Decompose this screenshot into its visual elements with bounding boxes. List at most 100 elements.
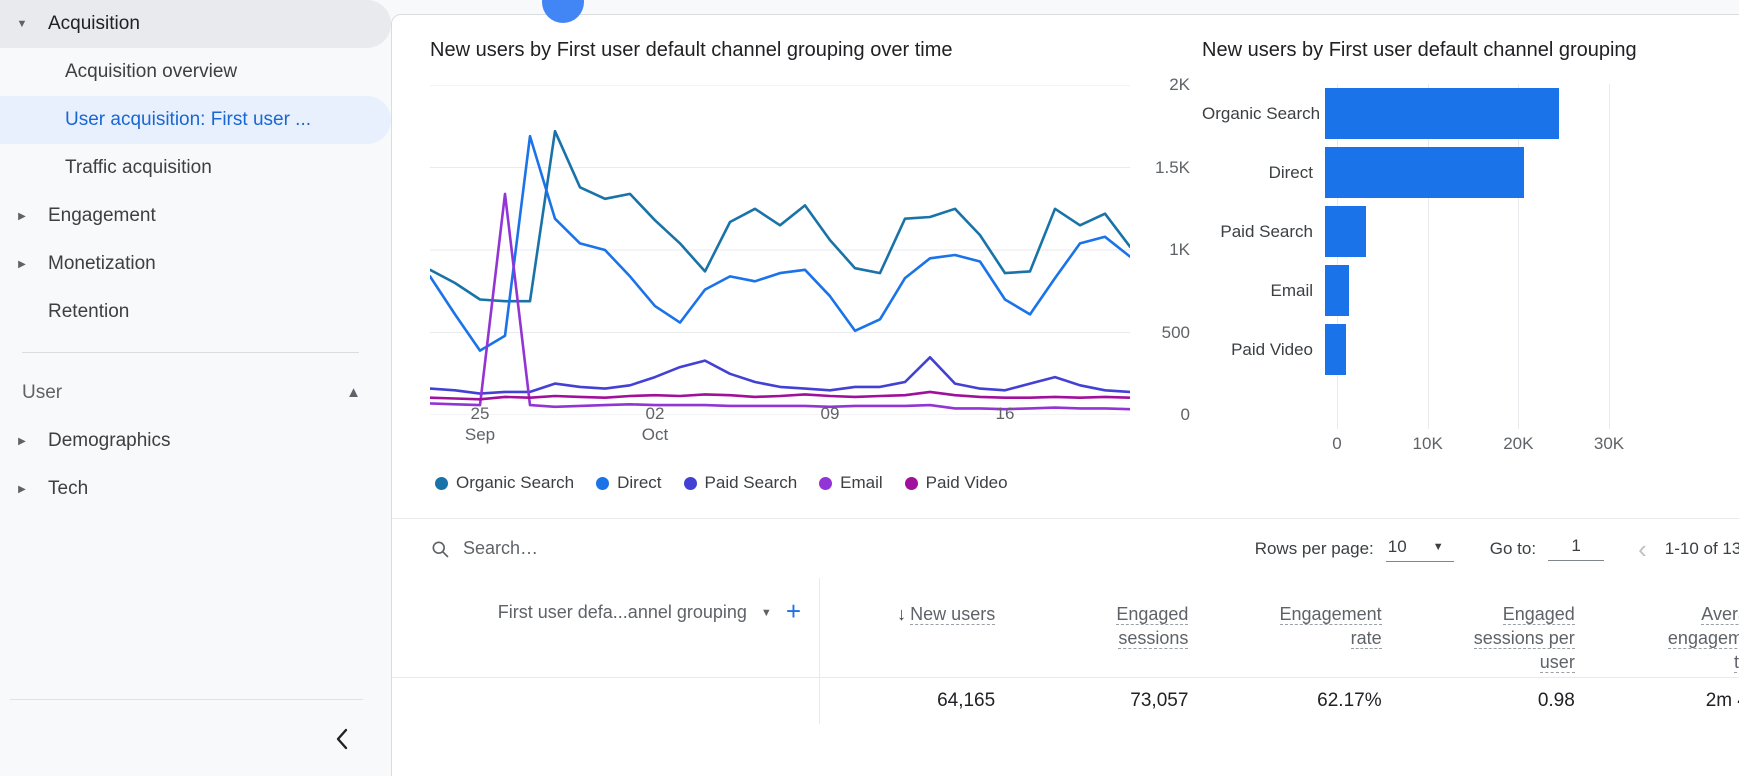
sidebar-item-acquisition-overview[interactable]: Acquisition overview bbox=[0, 48, 391, 96]
table-cell-metric: 0.98 bbox=[1537, 690, 1575, 711]
chevron-right-icon bbox=[8, 436, 36, 447]
previous-page-button[interactable]: ‹ bbox=[1628, 536, 1657, 562]
metric-header-line: rate bbox=[1350, 628, 1382, 649]
bar-category-label: Direct bbox=[1268, 162, 1313, 182]
metric-header-line: Average bbox=[1701, 604, 1739, 625]
table-header-metric[interactable]: Engaged sessions bbox=[1013, 578, 1206, 677]
table-header-metric[interactable]: Engagement rate bbox=[1206, 578, 1399, 677]
legend-color-dot bbox=[683, 476, 697, 490]
table-header-metric[interactable]: Average engagement time bbox=[1593, 578, 1739, 677]
left-sidebar: Acquisition Acquisition overview User ac… bbox=[0, 0, 391, 776]
report-card: New users by First user default channel … bbox=[391, 14, 1739, 776]
legend-item[interactable]: Paid Search bbox=[683, 473, 797, 493]
rows-per-page-value: 10 bbox=[1387, 537, 1407, 556]
analytics-page: Acquisition Acquisition overview User ac… bbox=[0, 0, 1739, 776]
table-header-metric[interactable]: Engaged sessions per user bbox=[1400, 578, 1593, 677]
goto-value: 1 bbox=[1571, 536, 1581, 555]
x-axis-tick-label: 25 Sep bbox=[464, 404, 496, 444]
x-axis-tick-label: 16 bbox=[995, 404, 1015, 423]
x-axis-tick-label: 20K bbox=[1503, 434, 1534, 453]
chevron-right-icon bbox=[8, 484, 36, 495]
arrow-down-icon: ↓ bbox=[897, 604, 907, 624]
bar-category-label: Email bbox=[1270, 280, 1313, 300]
goto-label: Go to: bbox=[1489, 538, 1537, 558]
legend-item[interactable]: Email bbox=[819, 473, 883, 493]
legend-item[interactable]: Paid Video bbox=[904, 473, 1008, 493]
sidebar-footer-divider bbox=[10, 699, 363, 700]
sidebar-item-label: Acquisition overview bbox=[65, 61, 238, 82]
main-content: New users by First user default channel … bbox=[391, 0, 1739, 776]
bar-chart-panel: New users by First user default channel … bbox=[1192, 39, 1739, 493]
sidebar-item-traffic-acquisition[interactable]: Traffic acquisition bbox=[0, 144, 391, 192]
bar-chart-row[interactable]: Paid Video bbox=[1202, 320, 1732, 379]
sidebar-item-tech[interactable]: Tech bbox=[0, 465, 391, 513]
chevron-left-icon bbox=[336, 728, 348, 750]
line-chart-title: New users by First user default channel … bbox=[430, 39, 953, 61]
plus-icon[interactable]: + bbox=[786, 598, 801, 624]
table-cell-metric: 62.17% bbox=[1317, 690, 1382, 711]
metric-header-line: Engaged bbox=[1116, 604, 1189, 625]
sidebar-item-label: Acquisition bbox=[48, 13, 140, 34]
metric-header-line: Engagement bbox=[1279, 604, 1382, 625]
sidebar-group-label: User bbox=[22, 382, 63, 403]
bar-fill bbox=[1325, 88, 1559, 139]
bar-chart[interactable]: Organic Search Direct Paid Search Email Paid… bbox=[1202, 84, 1732, 459]
bar-category-label: Paid Video bbox=[1231, 339, 1313, 359]
line-chart-y-axis: 0 500 1K 1.5K 2K bbox=[1130, 75, 1190, 424]
table-cell-metric: 64,165 bbox=[937, 690, 996, 711]
search-input[interactable]: Search… bbox=[392, 538, 538, 559]
bar-fill bbox=[1325, 265, 1349, 316]
sidebar-item-demographics[interactable]: Demographics bbox=[0, 417, 391, 465]
sidebar-group-user[interactable]: User ▲ bbox=[0, 369, 391, 417]
sidebar-item-retention[interactable]: Retention bbox=[0, 288, 391, 336]
legend-item[interactable]: Organic Search bbox=[435, 473, 574, 493]
bar-category-label: Paid Search bbox=[1220, 221, 1313, 241]
sidebar-item-label: Monetization bbox=[48, 253, 156, 274]
line-chart-x-axis: 25 Sep 02 Oct 09 16 bbox=[430, 403, 1130, 453]
chevron-down-icon[interactable]: ▼ bbox=[761, 607, 772, 619]
sidebar-item-acquisition[interactable]: Acquisition bbox=[0, 0, 391, 48]
legend-label: Email bbox=[840, 473, 883, 492]
goto-page-input[interactable]: 1 bbox=[1548, 536, 1605, 561]
metric-header-line: sessions bbox=[1118, 628, 1189, 649]
bar-chart-row[interactable]: Direct bbox=[1202, 143, 1732, 202]
dimension-label: First user defa...annel grouping bbox=[497, 602, 747, 622]
sidebar-item-label: Traffic acquisition bbox=[65, 157, 212, 178]
chevron-down-icon bbox=[8, 18, 36, 30]
legend-label: Organic Search bbox=[456, 473, 575, 492]
bar-chart-row[interactable]: Organic Search bbox=[1202, 84, 1732, 143]
rows-per-page-select[interactable]: 10 ▼ bbox=[1385, 535, 1454, 562]
table-toolbar: Search… Rows per page: 10 ▼ Go to: 1 ‹ 1… bbox=[392, 518, 1739, 578]
chevron-up-icon: ▲ bbox=[346, 383, 361, 401]
x-axis-tick-label: 0 bbox=[1332, 434, 1342, 453]
line-chart-legend: Organic Search Direct Paid Search Email Paid… bbox=[430, 473, 1192, 493]
bar-track bbox=[1325, 320, 1732, 379]
sidebar-item-engagement[interactable]: Engagement bbox=[0, 192, 391, 240]
chevron-down-icon: ▼ bbox=[1432, 541, 1444, 553]
legend-color-dot bbox=[596, 476, 610, 490]
metric-header-line: engagement bbox=[1667, 628, 1739, 649]
sidebar-collapse-button[interactable] bbox=[325, 722, 359, 756]
pagination-controls: Rows per page: 10 ▼ Go to: 1 ‹ 1-10 of 1… bbox=[1255, 535, 1739, 562]
bar-fill bbox=[1325, 324, 1346, 375]
table-header-dimension[interactable]: First user defa...annel grouping ▼ + bbox=[392, 578, 820, 677]
line-chart-panel: New users by First user default channel … bbox=[392, 39, 1192, 493]
legend-item[interactable]: Direct bbox=[596, 473, 662, 493]
y-axis-tick-label: 1.5K bbox=[1155, 157, 1190, 177]
line-chart[interactable]: 0 500 1K 1.5K 2K 25 Sep 02 Oct 09 16 bbox=[430, 75, 1190, 444]
sidebar-item-label: Tech bbox=[48, 478, 89, 499]
bar-chart-row[interactable]: Email bbox=[1202, 261, 1732, 320]
sidebar-item-label: Demographics bbox=[48, 430, 171, 451]
pagination-range: 1-10 of 13 bbox=[1664, 538, 1739, 558]
y-axis-tick-label: 1K bbox=[1169, 240, 1190, 259]
y-axis-tick-label: 0 bbox=[1180, 405, 1190, 424]
bar-fill bbox=[1325, 147, 1525, 198]
chevron-right-icon bbox=[8, 259, 36, 270]
bar-chart-title: New users by First user default channel … bbox=[1202, 39, 1637, 61]
sidebar-item-monetization[interactable]: Monetization bbox=[0, 240, 391, 288]
sidebar-item-user-acquisition[interactable]: User acquisition: First user ... bbox=[0, 96, 391, 144]
x-axis-tick-label: 02 Oct bbox=[641, 404, 669, 444]
legend-label: Paid Video bbox=[925, 473, 1008, 492]
bar-chart-row[interactable]: Paid Search bbox=[1202, 202, 1732, 261]
table-header-metric[interactable]: ↓ New users bbox=[820, 578, 1013, 677]
